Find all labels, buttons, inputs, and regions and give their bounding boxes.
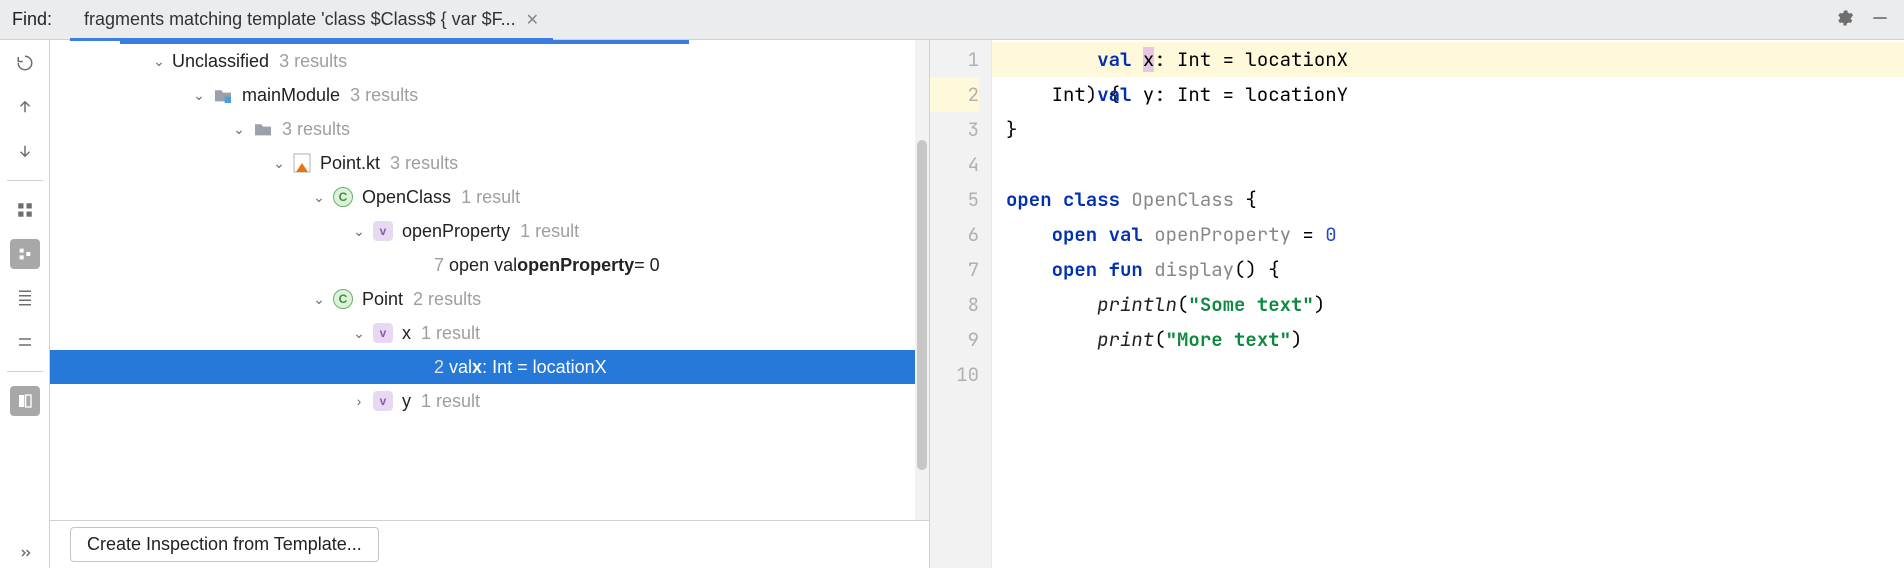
tree-node-x[interactable]: ⌄ v x 1 result (50, 316, 929, 350)
results-tree[interactable]: ⌄ Unclassified 3 results ⌄ mainModule 3 … (50, 40, 929, 520)
tree-leaf-x[interactable]: 2 val x : Int = locationX (50, 350, 929, 384)
create-inspection-button[interactable]: Create Inspection from Template... (70, 527, 379, 562)
preview-icon[interactable] (10, 386, 40, 416)
minimize-icon[interactable] (1870, 8, 1890, 31)
kotlin-file-icon (292, 153, 312, 173)
chevron-down-icon[interactable]: ⌄ (270, 155, 288, 172)
class-icon: C (332, 288, 354, 310)
search-tab[interactable]: fragments matching template 'class $Clas… (70, 0, 553, 40)
chevron-down-icon[interactable]: ⌄ (350, 223, 368, 240)
variable-icon: v (372, 220, 394, 242)
chevron-down-icon[interactable]: ⌄ (150, 53, 168, 70)
chevron-down-icon[interactable]: ⌄ (310, 291, 328, 308)
variable-icon: v (372, 390, 394, 412)
tree-node-file[interactable]: ⌄ Point.kt 3 results (50, 146, 929, 180)
tree-node-module[interactable]: ⌄ mainModule 3 results (50, 78, 929, 112)
module-icon (212, 84, 234, 106)
variable-icon: v (372, 322, 394, 344)
find-label: Find: (8, 9, 70, 30)
tree-node-openproperty[interactable]: ⌄ v openProperty 1 result (50, 214, 929, 248)
tree-scrollbar[interactable] (915, 40, 929, 520)
chevron-down-icon[interactable]: ⌄ (310, 189, 328, 206)
bottom-bar: Create Inspection from Template... (50, 520, 929, 568)
chevron-down-icon[interactable]: ⌄ (230, 121, 248, 138)
tree-node-openclass[interactable]: ⌄ C OpenClass 1 result (50, 180, 929, 214)
chevron-down-icon[interactable]: ⌄ (350, 325, 368, 342)
more-icon[interactable] (10, 538, 40, 568)
next-icon[interactable] (10, 136, 40, 166)
side-toolbar (0, 40, 50, 568)
tree-leaf-openproperty[interactable]: 7 open val openProperty = 0 (50, 248, 929, 282)
tree-node-point[interactable]: ⌄ C Point 2 results (50, 282, 929, 316)
code-preview: 1 2 3 4 5 6 7 8 9 10 class Point constru… (930, 40, 1904, 568)
tree-node-unclassified[interactable]: ⌄ Unclassified 3 results (50, 44, 929, 78)
expand-all-icon[interactable] (10, 283, 40, 313)
collapse-all-icon[interactable] (10, 327, 40, 357)
group-by-icon[interactable] (10, 239, 40, 269)
chevron-right-icon[interactable]: › (350, 393, 368, 409)
close-icon[interactable]: ✕ (526, 10, 539, 30)
folder-icon (252, 118, 274, 140)
rerun-icon[interactable] (10, 48, 40, 78)
gear-icon[interactable] (1834, 8, 1854, 31)
tree-node-y[interactable]: › v y 1 result (50, 384, 929, 418)
tree-node-package[interactable]: ⌄ 3 results (50, 112, 929, 146)
line-gutter: 1 2 3 4 5 6 7 8 9 10 (930, 40, 992, 568)
code-area[interactable]: class Point constructor(locationX: Int, … (992, 40, 1904, 568)
class-icon: C (332, 186, 354, 208)
chevron-down-icon[interactable]: ⌄ (190, 87, 208, 104)
search-tab-text: fragments matching template 'class $Clas… (84, 9, 516, 30)
prev-icon[interactable] (10, 92, 40, 122)
export-icon[interactable] (10, 195, 40, 225)
find-toolbar: Find: fragments matching template 'class… (0, 0, 1904, 40)
